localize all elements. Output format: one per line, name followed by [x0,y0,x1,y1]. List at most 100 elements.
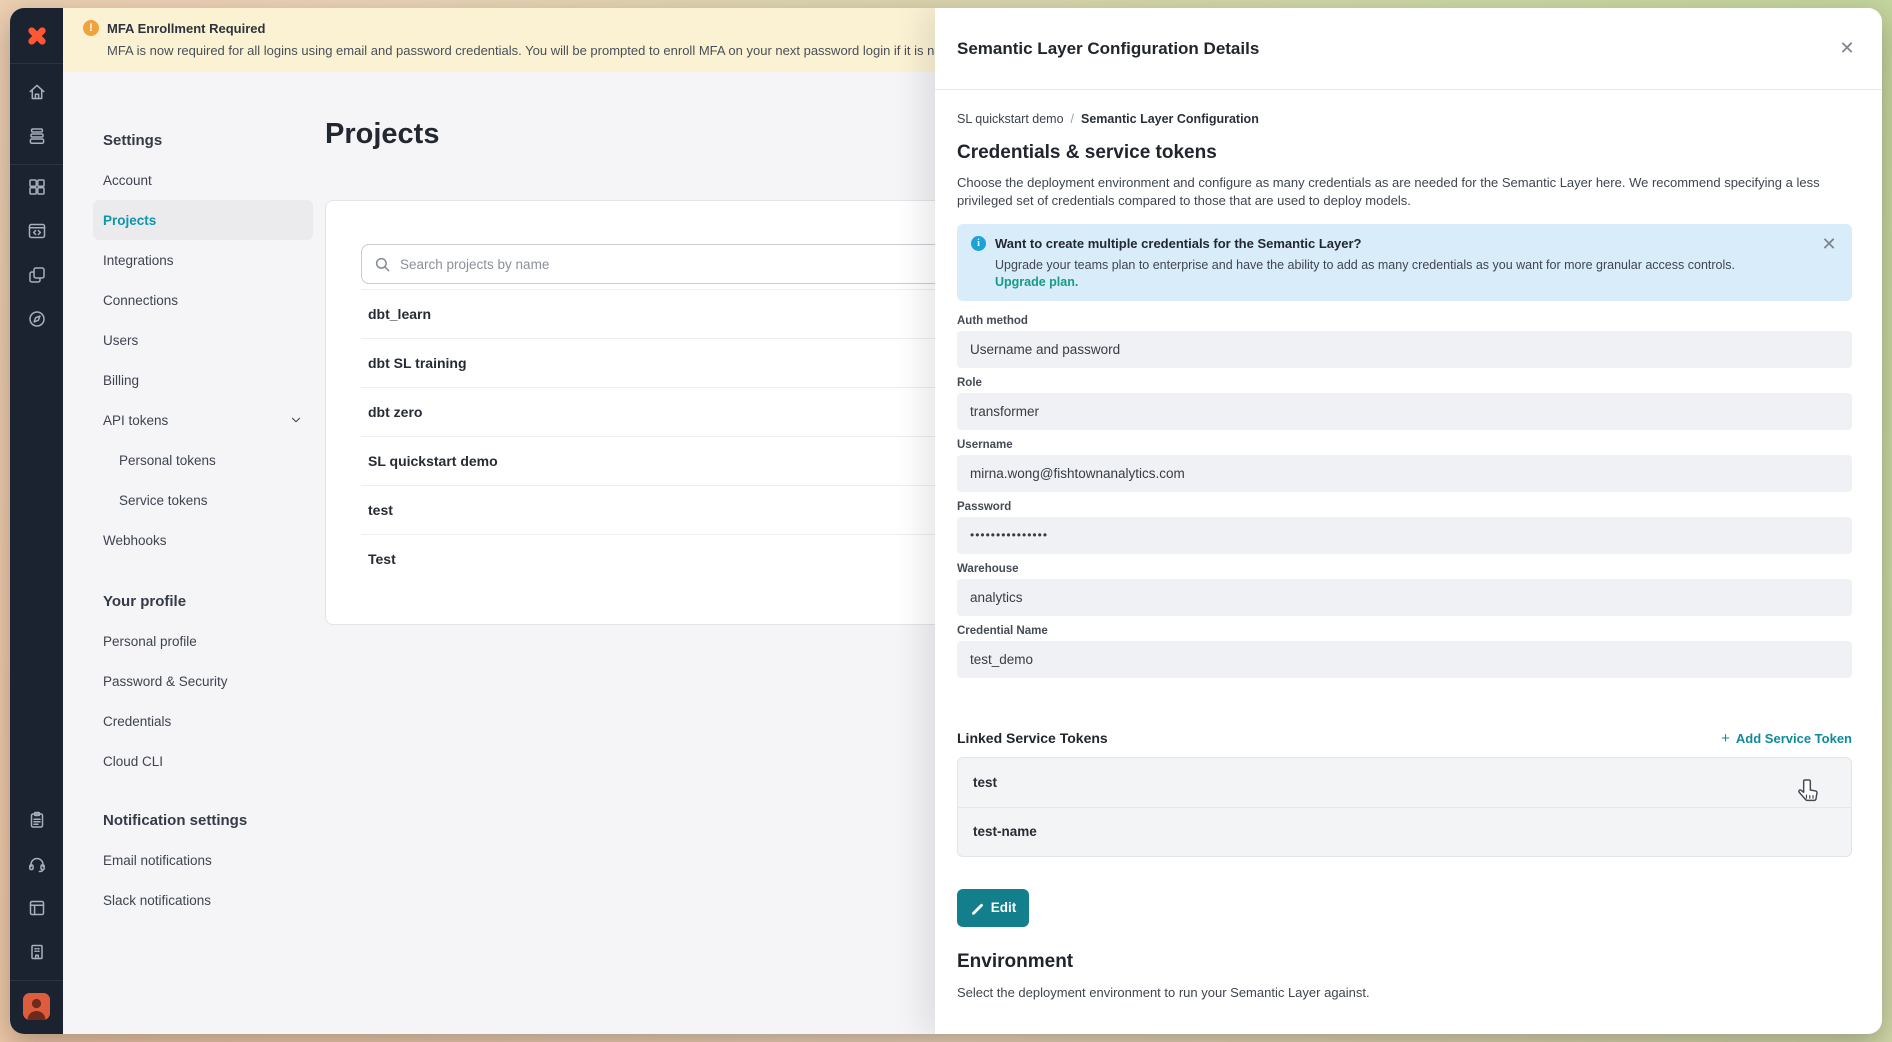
sidebar-item-account[interactable]: Account [93,160,313,200]
nav-clipboard-button[interactable] [19,798,55,842]
upgrade-info-box: i Want to create multiple credentials fo… [957,224,1852,301]
semantic-layer-panel: Semantic Layer Configuration Details ✕ S… [935,8,1882,1034]
sidebar-item-connections[interactable]: Connections [93,280,313,320]
app-window: ! MFA Enrollment Required MFA is now req… [10,8,1882,1034]
close-icon: ✕ [1839,38,1854,59]
sidebar-item-webhooks[interactable]: Webhooks [93,520,313,560]
auth-method-field: Auth method Username and password [957,315,1852,368]
field-label: Role [957,377,1852,389]
user-avatar[interactable] [23,993,50,1020]
main-area: ! MFA Enrollment Required MFA is now req… [63,8,1882,1034]
service-token-row[interactable]: test [958,758,1851,807]
banner-title: MFA Enrollment Required [107,21,265,36]
deploy-icon [27,126,47,146]
nav-projects-button[interactable] [19,253,55,297]
panel-close-button[interactable]: ✕ [1836,38,1858,60]
credential-name-field: Credential Name test_demo [957,625,1852,678]
dbt-logo-icon [24,23,50,49]
service-token-list: test test-name [957,757,1852,857]
service-token-row[interactable]: test-name [958,807,1851,856]
linked-tokens-heading: Linked Service Tokens [957,730,1108,746]
breadcrumb-parent[interactable]: SL quickstart demo [957,112,1064,126]
pencil-icon [970,901,984,915]
sidebar-item-integrations[interactable]: Integrations [93,240,313,280]
info-body: Upgrade your teams plan to enterprise an… [995,258,1812,272]
sidebar-item-slack-notifications[interactable]: Slack notifications [93,880,313,920]
role-value: transformer [957,393,1852,430]
add-service-token-button[interactable]: + Add Service Token [1721,730,1852,747]
environment-title: Environment [957,951,1852,973]
section-title: Credentials & service tokens [957,142,1852,164]
nav-home-button[interactable] [19,70,55,114]
info-close-button[interactable]: ✕ [1818,234,1840,256]
organization-building-icon [27,942,47,962]
sidebar-item-api-tokens[interactable]: API tokens [93,400,313,440]
search-icon [374,256,391,273]
settings-heading: Settings [93,120,313,160]
field-label: Auth method [957,315,1852,327]
nav-explore-button[interactable] [19,297,55,341]
warehouse-value: analytics [957,579,1852,616]
password-value: ••••••••••••••• [957,517,1852,554]
role-field: Role transformer [957,377,1852,430]
breadcrumb-current: Semantic Layer Configuration [1081,112,1259,126]
add-service-token-label: Add Service Token [1736,731,1852,746]
sidebar-item-billing[interactable]: Billing [93,360,313,400]
app-icon-rail [10,8,63,1034]
avatar-person-icon [23,993,50,1020]
plus-icon: + [1721,730,1730,747]
copy-projects-icon [27,265,47,285]
field-label: Password [957,501,1852,513]
nav-support-button[interactable] [19,842,55,886]
nav-organization-button[interactable] [19,930,55,974]
breadcrumb: SL quickstart demo / Semantic Layer Conf… [957,112,1852,126]
home-icon [27,82,47,102]
explore-compass-icon [27,309,47,329]
credential-name-value: test_demo [957,641,1852,678]
password-field: Password ••••••••••••••• [957,501,1852,554]
notifications-heading: Notification settings [93,800,313,840]
breadcrumb-separator: / [1071,112,1074,126]
dashboard-icon [27,177,47,197]
edit-button[interactable]: Edit [957,889,1029,927]
sidebar-item-users[interactable]: Users [93,320,313,360]
upgrade-plan-link[interactable]: Upgrade plan. [995,275,1812,289]
field-label: Username [957,439,1852,451]
develop-code-icon [27,221,47,241]
sidebar-item-personal-tokens[interactable]: Personal tokens [93,440,313,480]
page-title: Projects [325,118,439,151]
warehouse-field: Warehouse analytics [957,563,1852,616]
settings-sidebar: Settings Account Projects Integrations C… [93,120,313,920]
field-label: Warehouse [957,563,1852,575]
sidebar-item-projects[interactable]: Projects [93,200,313,240]
environment-description: Select the deployment environment to run… [957,985,1852,1000]
dbt-logo[interactable] [10,8,63,64]
sidebar-item-credentials[interactable]: Credentials [93,701,313,741]
nav-dashboard-button[interactable] [19,165,55,209]
nav-develop-button[interactable] [19,209,55,253]
sidebar-item-password-security[interactable]: Password & Security [93,661,313,701]
close-icon: ✕ [1821,234,1836,255]
chevron-down-icon [289,413,303,427]
sidebar-item-email-notifications[interactable]: Email notifications [93,840,313,880]
info-title: Want to create multiple credentials for … [995,236,1362,251]
edit-button-label: Edit [991,900,1017,915]
sidebar-item-personal-profile[interactable]: Personal profile [93,621,313,661]
info-icon: i [971,236,986,251]
auth-method-value: Username and password [957,331,1852,368]
api-tokens-label: API tokens [103,413,168,428]
support-headset-icon [27,854,47,874]
profile-heading: Your profile [93,581,313,621]
nav-deploy-button[interactable] [19,114,55,158]
clipboard-icon [27,810,47,830]
sidebar-item-service-tokens[interactable]: Service tokens [93,480,313,520]
nav-docs-button[interactable] [19,886,55,930]
panel-title: Semantic Layer Configuration Details [957,39,1259,59]
panel-body: SL quickstart demo / Semantic Layer Conf… [935,90,1882,1000]
field-label: Credential Name [957,625,1852,637]
section-description: Choose the deployment environment and co… [957,174,1842,210]
username-value: mirna.wong@fishtownanalytics.com [957,455,1852,492]
username-field: Username mirna.wong@fishtownanalytics.co… [957,439,1852,492]
sidebar-item-cloud-cli[interactable]: Cloud CLI [93,741,313,781]
docs-book-icon [27,898,47,918]
